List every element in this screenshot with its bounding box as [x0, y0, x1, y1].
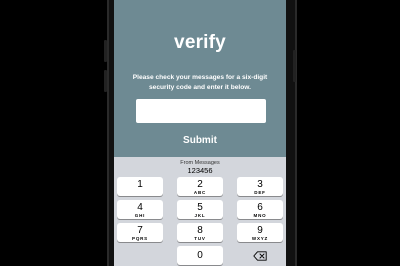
key-digit: 3 — [257, 179, 263, 190]
key-letters: JKL — [194, 213, 206, 218]
phone-screen: verify Please check your messages for a … — [114, 0, 286, 266]
delete-key[interactable] — [237, 246, 283, 265]
key-letters: DEF — [254, 190, 266, 195]
key-digit: 9 — [257, 225, 263, 236]
key-digit: 0 — [197, 250, 203, 261]
key-5[interactable]: 5 JKL — [177, 200, 223, 219]
key-digit: 7 — [137, 225, 143, 236]
key-7[interactable]: 7 PQRS — [117, 223, 163, 242]
key-digit: 5 — [197, 202, 203, 213]
key-1[interactable]: 1 — [117, 177, 163, 196]
key-3[interactable]: 3 DEF — [237, 177, 283, 196]
page-title: verify — [174, 32, 226, 53]
key-letters: GHI — [134, 213, 146, 218]
key-digit: 4 — [137, 202, 143, 213]
key-2[interactable]: 2 ABC — [177, 177, 223, 196]
key-digit: 2 — [197, 179, 203, 190]
submit-button[interactable]: Submit — [114, 134, 286, 147]
phone-side-button — [104, 40, 107, 62]
key-letters: MNO — [253, 213, 267, 218]
instructions-text: Please check your messages for a six-dig… — [132, 74, 268, 91]
key-letters: TUV — [194, 236, 206, 241]
key-6[interactable]: 6 MNO — [237, 200, 283, 219]
key-4[interactable]: 4 GHI — [117, 200, 163, 219]
phone-power-button — [293, 50, 296, 82]
key-letters: WXYZ — [251, 236, 269, 241]
key-0[interactable]: 0 — [177, 246, 223, 265]
security-code-input[interactable] — [136, 99, 266, 123]
key-digit: 8 — [197, 225, 203, 236]
backspace-icon — [253, 250, 267, 261]
key-digit: 6 — [257, 202, 263, 213]
otp-suggestion[interactable]: From Messages 123456 — [114, 157, 286, 175]
phone-side-button — [104, 70, 107, 92]
suggestion-code: 123456 — [187, 166, 213, 175]
key-digit: 1 — [137, 179, 143, 190]
key-letters: PQRS — [132, 236, 148, 241]
numeric-keyboard: From Messages 123456 1 2 ABC 3 DEF 4 GHI… — [114, 157, 286, 266]
key-letters: ABC — [193, 190, 207, 195]
key-8[interactable]: 8 TUV — [177, 223, 223, 242]
key-9[interactable]: 9 WXYZ — [237, 223, 283, 242]
